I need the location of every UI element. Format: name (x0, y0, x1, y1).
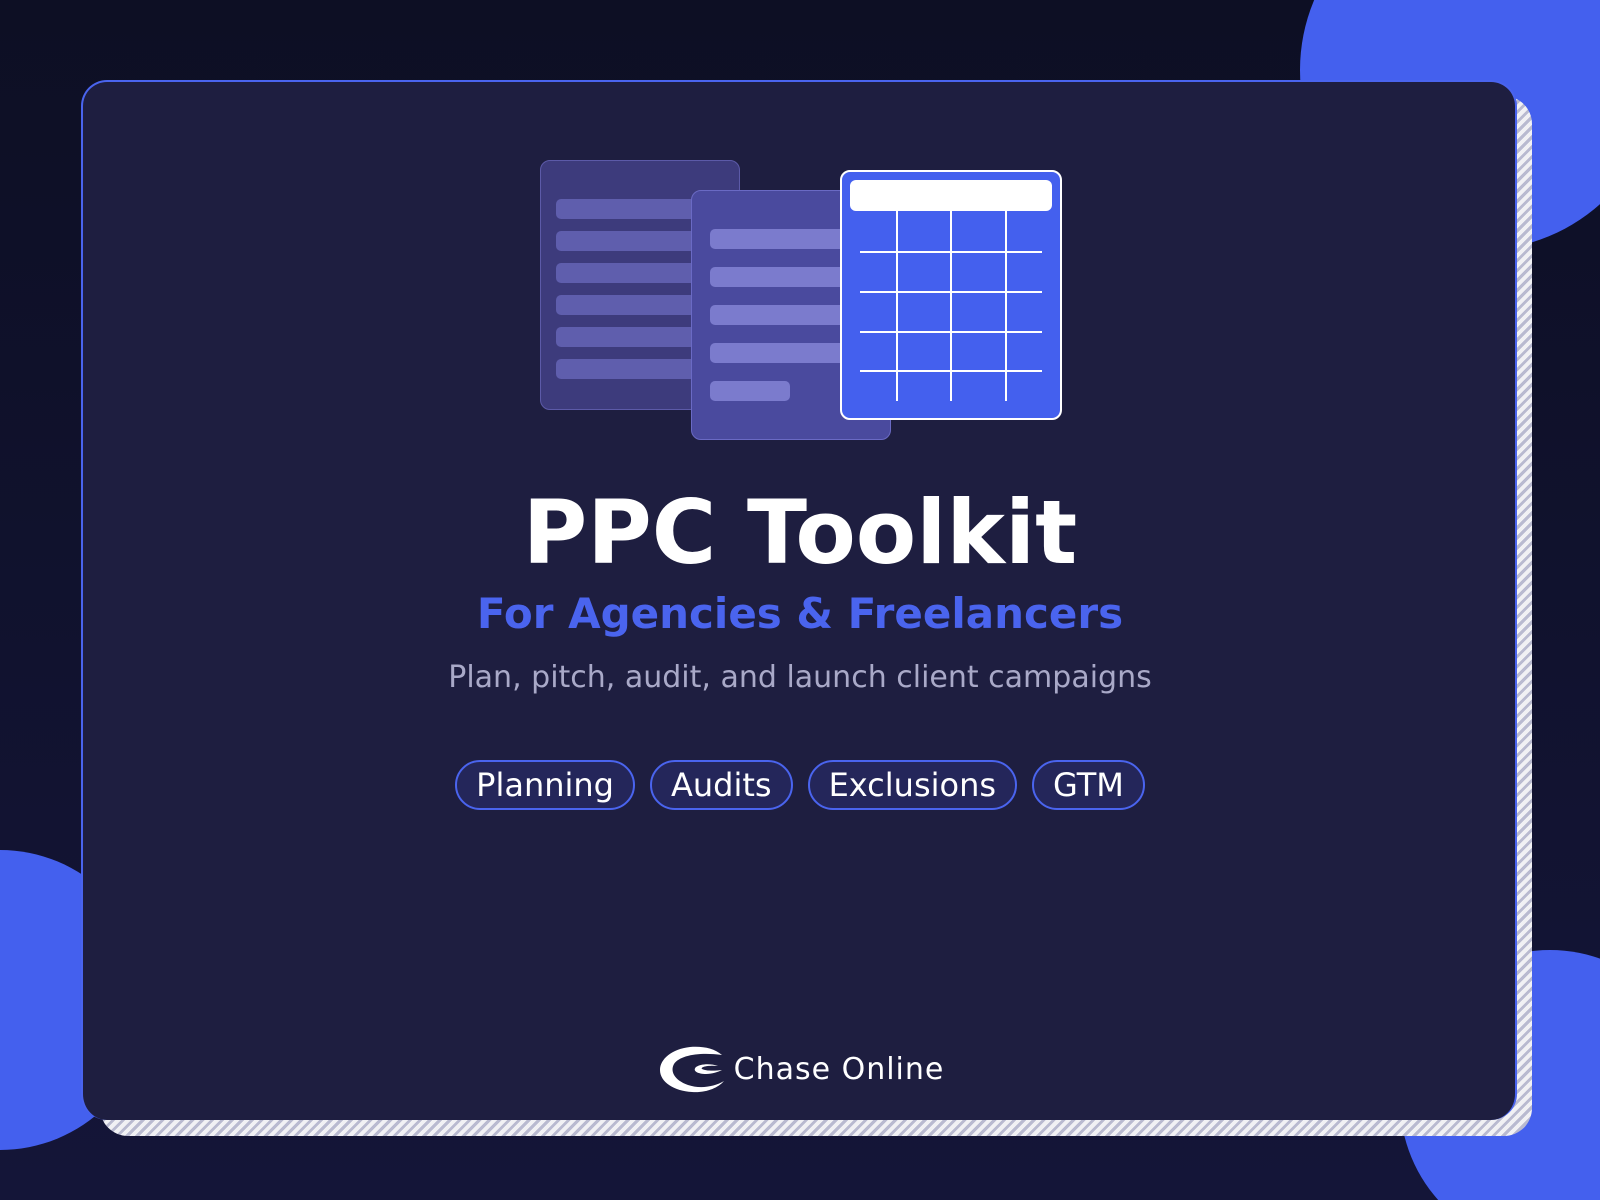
page-title: PPC Toolkit (522, 481, 1078, 584)
toolkit-illustration (0, 0, 1600, 460)
brand-name: Chase Online (733, 1052, 945, 1087)
cover-stage: PPC Toolkit For Agencies & Freelancers P… (0, 0, 1600, 1200)
spreadsheet-icon (840, 170, 1062, 420)
brand-footer: Chase Online (0, 1040, 1600, 1100)
tag-gtm: GTM (1032, 760, 1145, 810)
tagline: Plan, pitch, audit, and launch client ca… (448, 660, 1152, 695)
topic-tags: Planning Audits Exclusions GTM (0, 760, 1600, 810)
page-subtitle: For Agencies & Freelancers (476, 589, 1124, 638)
tag-audits: Audits (649, 760, 793, 810)
tag-planning: Planning (455, 760, 635, 810)
spreadsheet-header (850, 180, 1052, 211)
chase-online-logo-icon (659, 1046, 724, 1093)
tag-exclusions: Exclusions (807, 760, 1018, 810)
